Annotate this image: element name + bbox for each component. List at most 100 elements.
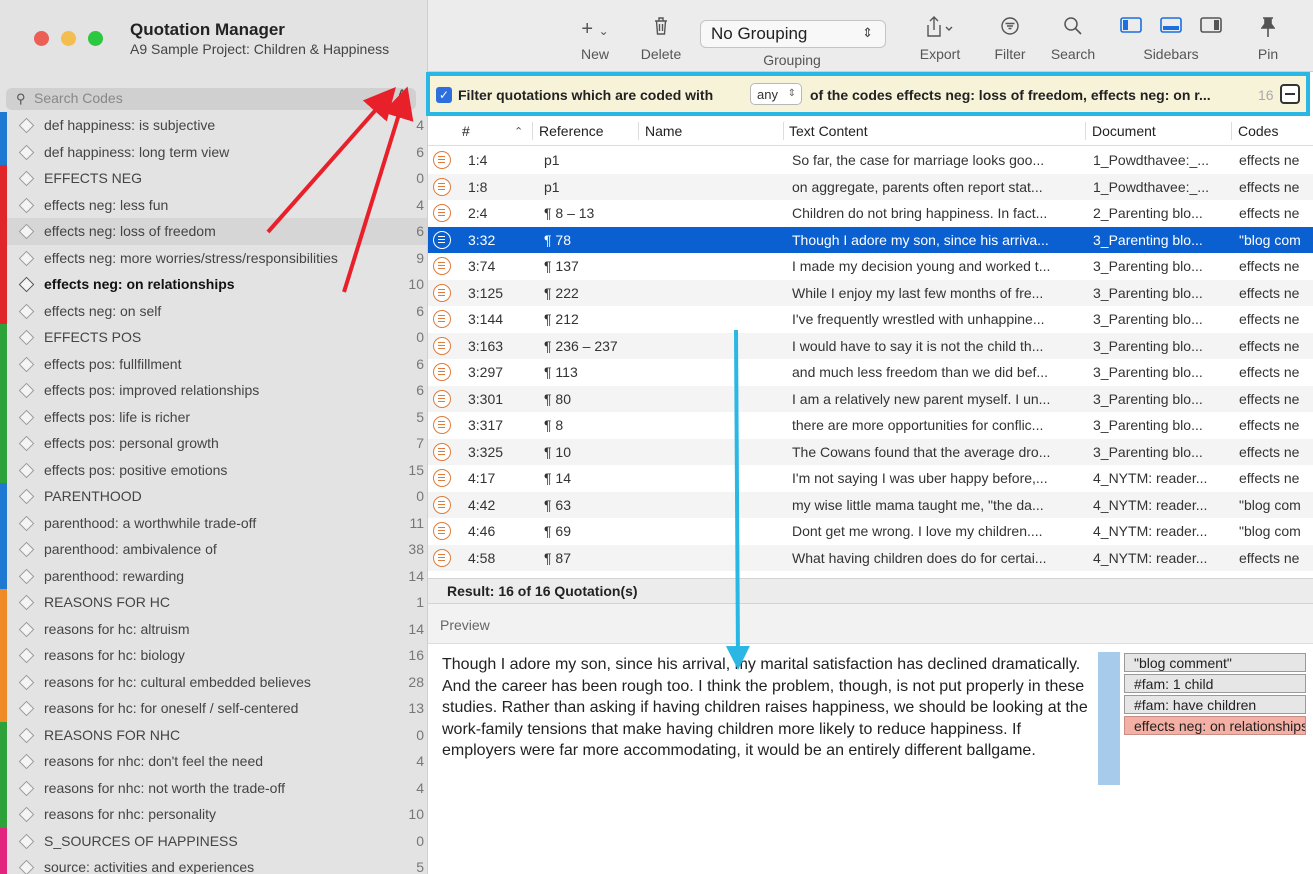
cell-document: 3_Parenting blo... <box>1093 337 1203 354</box>
code-list-item[interactable]: parenthood: ambivalence of 38 <box>0 536 427 563</box>
code-name: parenthood: a worthwhile trade-off <box>44 514 257 531</box>
column-header-reference[interactable]: Reference <box>539 123 604 139</box>
code-list-item[interactable]: source: activities and experiences 5 <box>0 854 427 874</box>
column-header-codes[interactable]: Codes <box>1238 123 1278 139</box>
column-header-document[interactable]: Document <box>1092 123 1156 139</box>
code-diamond-icon <box>18 276 35 293</box>
column-header-number[interactable]: # <box>462 123 470 139</box>
code-list-item[interactable]: effects pos: positive emotions 15 <box>0 456 427 483</box>
table-row[interactable]: 1:8 p1 on aggregate, parents often report … <box>428 173 1313 200</box>
bottom-panel-icon[interactable] <box>1160 16 1182 34</box>
code-list-item[interactable]: reasons for nhc: personality 10 <box>0 801 427 828</box>
code-list-item[interactable]: effects pos: improved relationships 6 <box>0 377 427 404</box>
code-tag[interactable]: "blog comment" <box>1124 653 1306 672</box>
code-list-item[interactable]: reasons for hc: biology 16 <box>0 642 427 669</box>
cell-text-content: Dont get me wrong. I love my children...… <box>792 523 1043 539</box>
table-row[interactable]: 2:4 ¶ 8 – 13 Children do not bring happine… <box>428 200 1313 227</box>
table-row[interactable]: 4:58 ¶ 87 What having children does do for… <box>428 544 1313 571</box>
code-name: effects pos: life is richer <box>44 408 191 425</box>
code-list-item[interactable]: REASONS FOR HC 1 <box>0 589 427 616</box>
code-list-item[interactable]: effects neg: less fun 4 <box>0 191 427 218</box>
code-name: REASONS FOR HC <box>44 594 171 610</box>
search-codes-input[interactable]: ⚲ Search Codes <box>6 88 416 110</box>
code-count: 10 <box>408 806 424 822</box>
left-sidebar-icon[interactable] <box>1120 16 1142 34</box>
filter-mode-select[interactable]: any ⇕ <box>750 83 802 105</box>
code-list-item[interactable]: effects pos: fullfillment 6 <box>0 350 427 377</box>
table-row[interactable]: 3:301 ¶ 80 I am a relatively new parent my… <box>428 385 1313 412</box>
cell-document: 2_Parenting blo... <box>1093 205 1203 221</box>
code-list-item[interactable]: reasons for nhc: don't feel the need 4 <box>0 748 427 775</box>
table-row[interactable]: 3:317 ¶ 8 there are more opportunities for… <box>428 412 1313 439</box>
code-list-item[interactable]: effects pos: life is richer 5 <box>0 403 427 430</box>
table-row[interactable]: 3:297 ¶ 113 and much less freedom than we … <box>428 359 1313 386</box>
table-row[interactable]: 3:125 ¶ 222 While I enjoy my last few mont… <box>428 279 1313 306</box>
code-diamond-icon <box>18 382 35 399</box>
delete-button[interactable]: Delete <box>636 16 686 62</box>
filter-bar: ✓ Filter quotations which are coded with… <box>426 72 1310 116</box>
code-list-item[interactable]: reasons for hc: altruism 14 <box>0 615 427 642</box>
column-header-name[interactable]: Name <box>645 123 682 139</box>
preview-pane: Though I adore my son, since his arrival… <box>428 644 1313 874</box>
grouping-select[interactable]: No Grouping ⇕ <box>700 20 886 48</box>
code-list-item[interactable]: effects neg: loss of freedom 6 <box>0 218 427 245</box>
code-list-item[interactable]: reasons for hc: cultural embedded believ… <box>0 668 427 695</box>
code-list-item[interactable]: parenthood: rewarding 14 <box>0 562 427 589</box>
cell-document: 3_Parenting blo... <box>1093 364 1203 380</box>
filter-button[interactable]: Filter <box>988 16 1032 62</box>
sort-az-icon[interactable]: A Z↓ <box>398 89 410 109</box>
right-sidebar-icon[interactable] <box>1200 16 1222 34</box>
cell-text-content: I am a relatively new parent myself. I u… <box>792 390 1051 407</box>
code-list-item[interactable]: reasons for hc: for oneself / self-cente… <box>0 695 427 722</box>
code-list-item[interactable]: def happiness: long term view 6 <box>0 138 427 165</box>
code-name: reasons for hc: cultural embedded believ… <box>44 673 311 690</box>
cell-codes: effects ne <box>1239 205 1300 221</box>
table-row[interactable]: 3:163 ¶ 236 – 237 I would have to say it i… <box>428 332 1313 359</box>
code-list-item[interactable]: effects neg: more worries/stress/respons… <box>0 244 427 271</box>
code-tag[interactable]: #fam: have children <box>1124 695 1306 714</box>
quotation-bar[interactable] <box>1098 652 1120 785</box>
code-list-item[interactable]: EFFECTS NEG 0 <box>0 165 427 192</box>
table-row[interactable]: 4:17 ¶ 14 I'm not saying I was uber happy … <box>428 465 1313 492</box>
remove-filter-button[interactable] <box>1280 84 1300 104</box>
table-row[interactable]: 1:4 p1 So far, the case for marriage looks… <box>428 147 1313 174</box>
minimize-window-button[interactable] <box>61 31 76 46</box>
cell-document: 1_Powdthavee:_... <box>1093 152 1209 168</box>
table-row[interactable]: 3:144 ¶ 212 I've frequently wrestled with … <box>428 306 1313 333</box>
new-button[interactable]: + ⌄ New <box>572 16 618 62</box>
cell-reference: ¶ 78 <box>544 231 571 248</box>
zoom-window-button[interactable] <box>88 31 103 46</box>
table-row[interactable]: 3:325 ¶ 10 The Cowans found that the avera… <box>428 438 1313 465</box>
table-row[interactable]: 4:42 ¶ 63 my wise little mama taught me, "… <box>428 491 1313 518</box>
table-row[interactable]: 3:74 ¶ 137 I made my decision young and wo… <box>428 253 1313 280</box>
code-list-item[interactable]: reasons for nhc: not worth the trade-off… <box>0 774 427 801</box>
code-list-item[interactable]: EFFECTS POS 0 <box>0 324 427 351</box>
code-list-item[interactable]: S_SOURCES OF HAPPINESS 0 <box>0 827 427 854</box>
code-list-item[interactable]: effects pos: personal growth 7 <box>0 430 427 457</box>
cell-text-content: I'm not saying I was uber happy before,.… <box>792 470 1048 486</box>
code-name: effects neg: loss of freedom <box>44 223 216 239</box>
table-row[interactable]: 3:32 ¶ 78 Though I adore my son, since his… <box>428 226 1313 253</box>
code-list-item[interactable]: effects neg: on self 6 <box>0 297 427 324</box>
search-button[interactable]: Search <box>1046 16 1100 62</box>
cell-codes: effects ne <box>1239 258 1300 274</box>
cell-reference: ¶ 8 <box>544 417 564 433</box>
code-tag[interactable]: #fam: 1 child <box>1124 674 1306 693</box>
export-button[interactable]: Export <box>914 16 966 62</box>
table-row[interactable]: 4:46 ¶ 69 Dont get me wrong. I love my chi… <box>428 518 1313 545</box>
code-tag[interactable]: effects neg: on relationships <box>1124 716 1306 735</box>
code-list-item[interactable]: def happiness: is subjective 4 <box>0 112 427 139</box>
code-list-item[interactable]: REASONS FOR NHC 0 <box>0 721 427 748</box>
filter-checkbox[interactable]: ✓ <box>436 87 452 103</box>
trash-icon <box>636 16 686 42</box>
window-title: Quotation Manager <box>130 20 285 39</box>
column-header-text-content[interactable]: Text Content <box>789 123 868 139</box>
code-list-item[interactable]: parenthood: a worthwhile trade-off 11 <box>0 509 427 536</box>
code-list-item[interactable]: effects neg: on relationships 10 <box>0 271 427 298</box>
sort-ascending-icon: ⌃ <box>514 126 524 138</box>
code-list-item[interactable]: PARENTHOOD 0 <box>0 483 427 510</box>
cell-id: 2:4 <box>468 205 488 221</box>
close-window-button[interactable] <box>34 31 49 46</box>
pin-button[interactable]: Pin <box>1250 16 1286 62</box>
code-name: effects pos: personal growth <box>44 435 219 451</box>
